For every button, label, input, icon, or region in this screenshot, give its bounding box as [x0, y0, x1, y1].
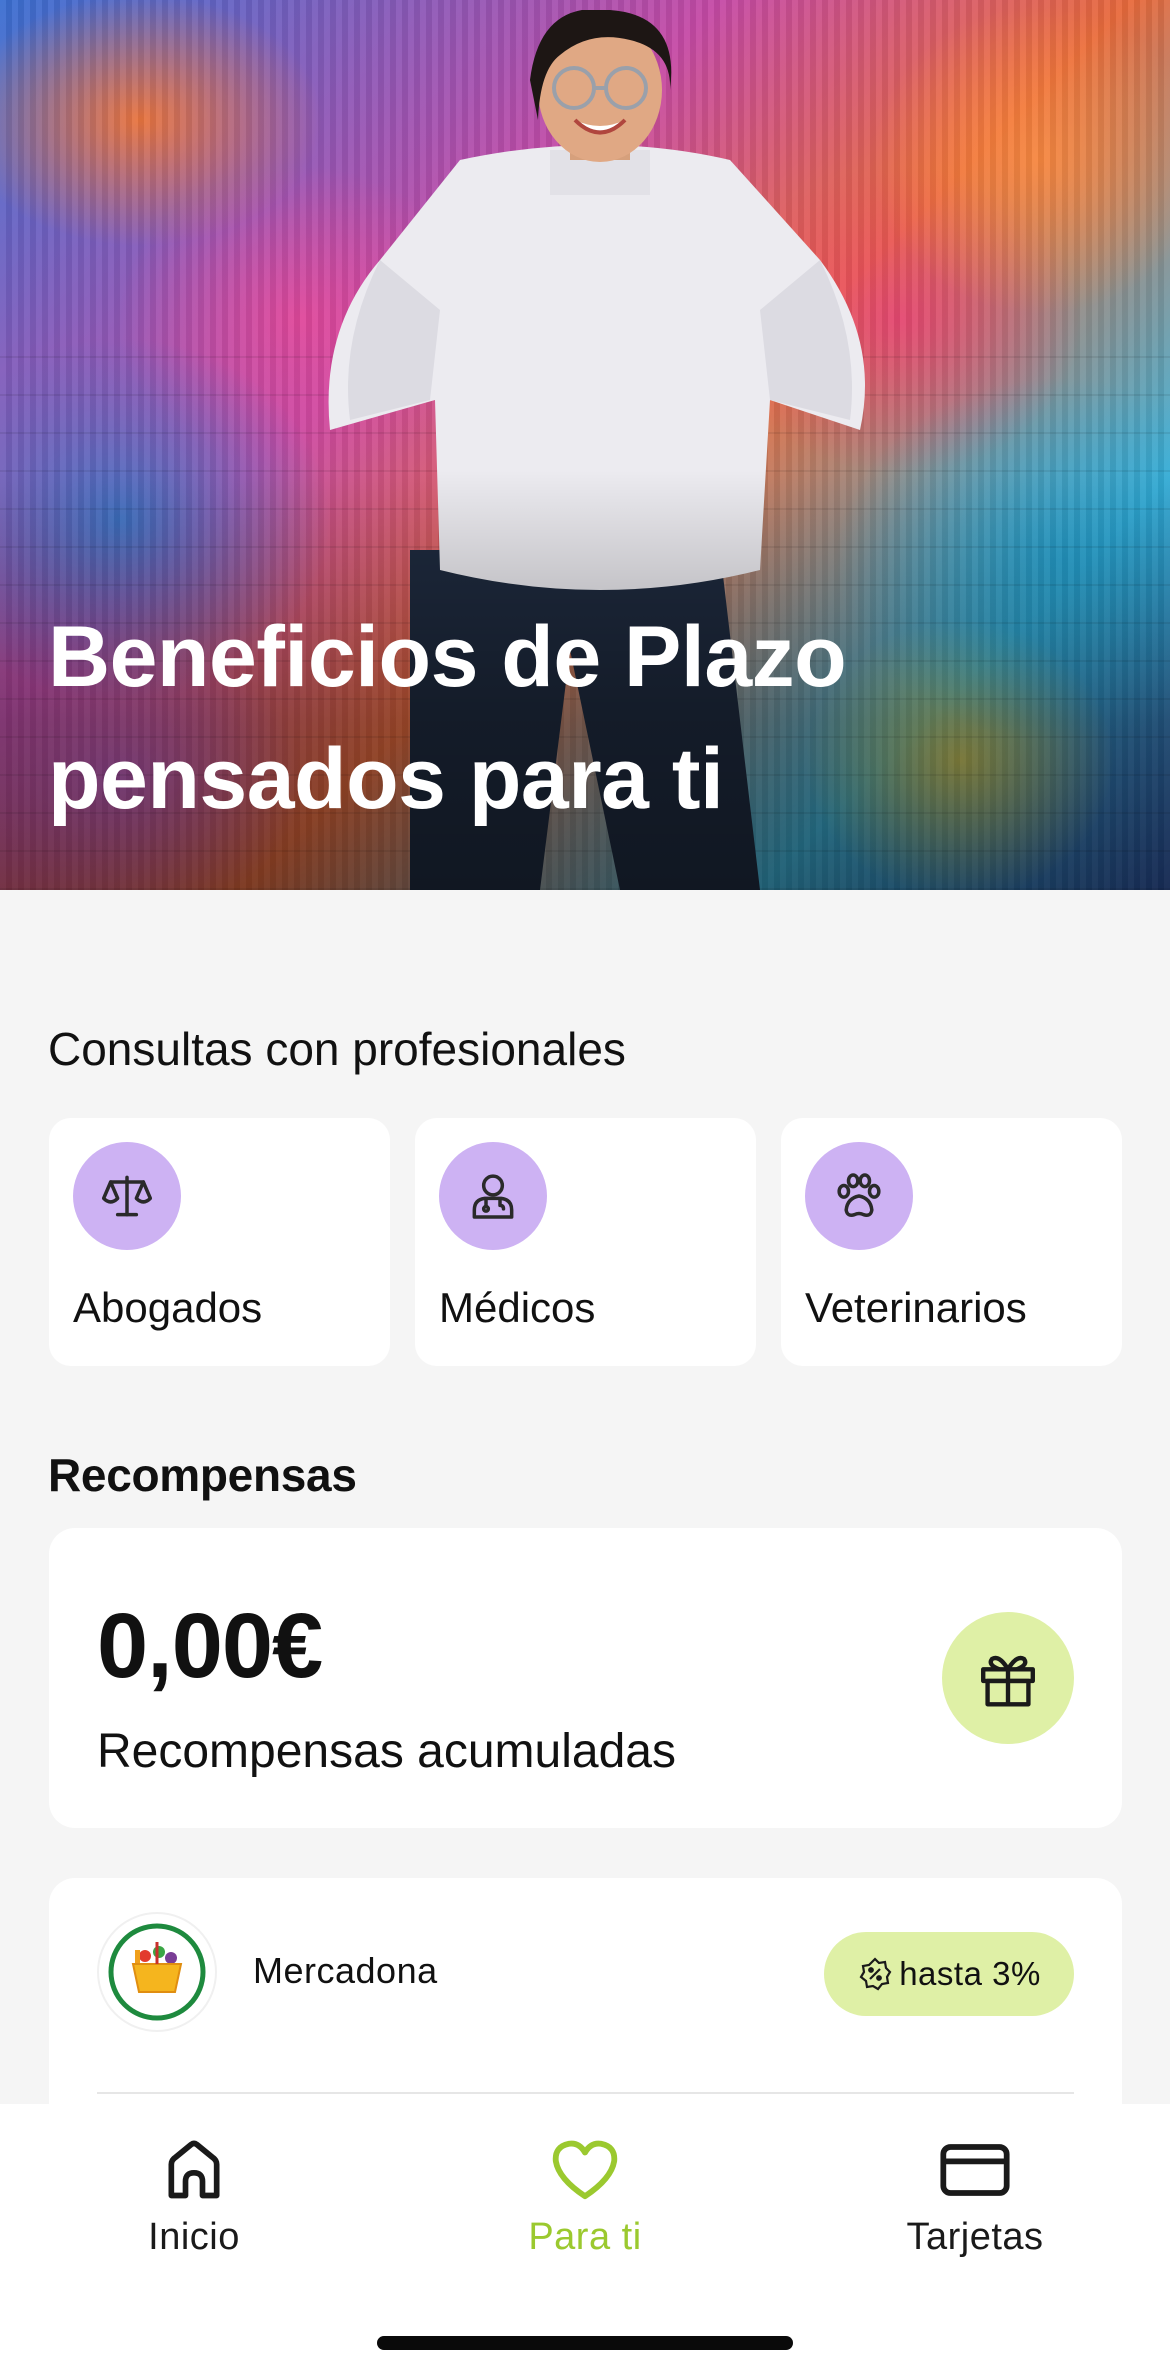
hero-banner: Beneficios de Plazo pensados para ti: [0, 0, 1170, 890]
card-icon: [845, 2128, 1105, 2212]
heart-icon: [455, 2128, 715, 2212]
merchant-badge-label: hasta 3%: [899, 1955, 1041, 1992]
consulta-label-medicos: Médicos: [439, 1284, 596, 1331]
doctor-icon: [439, 1142, 547, 1250]
tab-label-tarjetas: Tarjetas: [906, 2216, 1044, 2258]
bottom-tab-bar: Inicio Para ti Tarjetas: [0, 2104, 1170, 2374]
tab-label-para-ti: Para ti: [528, 2216, 642, 2258]
consulta-label-abogados: Abogados: [73, 1284, 263, 1331]
hero-title-line-2: pensados para ti: [48, 731, 724, 827]
screen: Beneficios de Plazo pensados para ti Con…: [0, 0, 1170, 2374]
consulta-card-veterinarios[interactable]: Veterinarios: [781, 1118, 1122, 1366]
scales-icon: [73, 1142, 181, 1250]
merchant-divider: [97, 2092, 1074, 2094]
discount-icon: [859, 1957, 892, 1991]
tab-tarjetas[interactable]: Tarjetas: [845, 2128, 1105, 2259]
recompensas-section-title: Recompensas: [48, 1449, 357, 1501]
merchant-logo: [97, 1912, 217, 2032]
hero-title-line-1: Beneficios de Plazo: [48, 609, 847, 705]
basket-icon: [108, 1923, 206, 2021]
consultas-section-title: Consultas con profesionales: [48, 1023, 626, 1075]
tab-para-ti[interactable]: Para ti: [455, 2128, 715, 2259]
home-icon: [64, 2128, 324, 2212]
rewards-amount: 0,00€: [97, 1595, 323, 1697]
consultas-cards: Abogados Médicos Veterinarios: [49, 1118, 1122, 1366]
gift-button[interactable]: [942, 1612, 1074, 1744]
gift-icon: [981, 1655, 1035, 1707]
consulta-card-medicos[interactable]: Médicos: [415, 1118, 756, 1366]
home-indicator[interactable]: [377, 2336, 793, 2350]
tab-label-inicio: Inicio: [148, 2216, 240, 2258]
consulta-label-veterinarios: Veterinarios: [805, 1284, 1027, 1331]
consulta-card-abogados[interactable]: Abogados: [49, 1118, 390, 1366]
rewards-label: Recompensas acumuladas: [97, 1725, 676, 1778]
hero-title: Beneficios de Plazo pensados para ti: [48, 596, 1048, 840]
merchant-cashback-badge: hasta 3%: [824, 1932, 1074, 2016]
merchant-name: Mercadona: [253, 1950, 438, 1991]
rewards-summary-card[interactable]: 0,00€ Recompensas acumuladas: [49, 1528, 1122, 1828]
paw-icon: [805, 1142, 913, 1250]
tab-inicio[interactable]: Inicio: [64, 2128, 324, 2259]
